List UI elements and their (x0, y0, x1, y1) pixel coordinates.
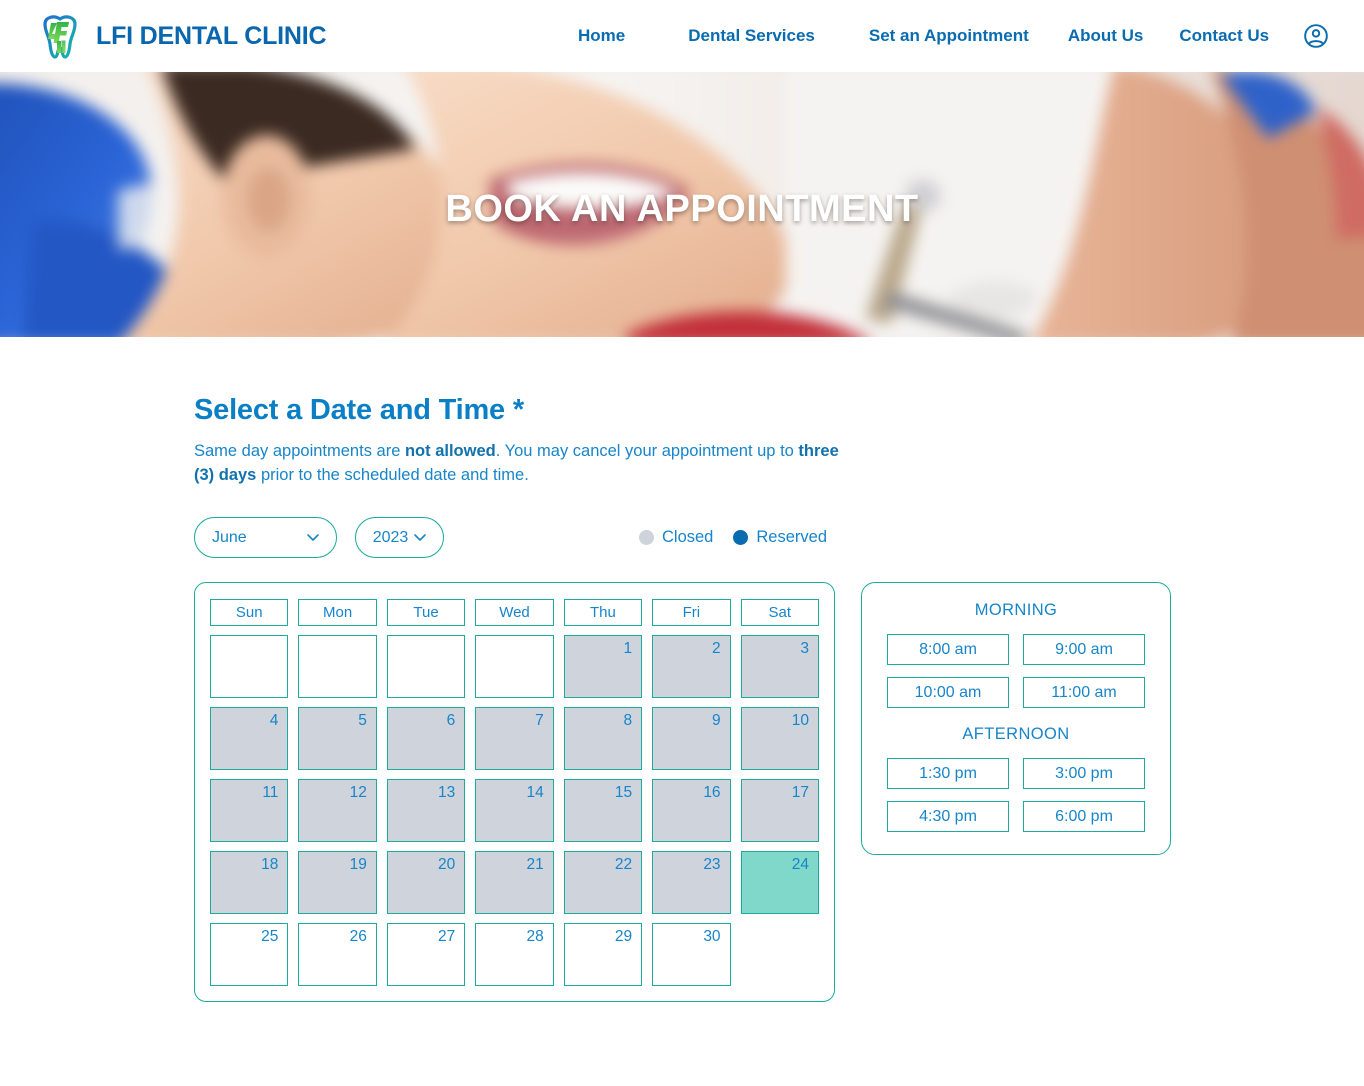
calendar-day-29[interactable]: 29 (563, 923, 643, 986)
main-navigation: Home Dental Services Set an Appointment … (578, 0, 1329, 72)
calendar-legend: Closed Reserved (639, 528, 827, 547)
legend-label-closed: Closed (662, 528, 714, 546)
morning-heading: MORNING (974, 601, 1058, 619)
calendar-day-19: 19 (298, 851, 377, 914)
calendar-day-20: 20 (386, 851, 466, 914)
hero-banner: BOOK AN APPOINTMENT (0, 72, 1364, 337)
afternoon-heading: AFTERNOON (962, 725, 1070, 743)
legend-item-reserved: Reserved (733, 528, 827, 547)
calendar-day-30[interactable]: 30 (652, 923, 731, 986)
note-text-3: prior to the scheduled date and time. (256, 466, 529, 484)
calendar-day-2: 2 (652, 635, 731, 698)
calendar-day-13: 13 (386, 779, 466, 842)
time-slot-10-00-am[interactable]: 10:00 am (887, 677, 1009, 708)
calendar-day-22: 22 (563, 851, 643, 914)
time-slot-3-00-pm[interactable]: 3:00 pm (1023, 758, 1145, 789)
calendar-day-5: 5 (298, 707, 377, 770)
calendar-day-empty (475, 635, 554, 698)
calendar-grid: Sun Mon Tue Wed Thu Fri Sat 1 2 3 4 5 6 7 8 9 10 11 12 13 14… (210, 599, 819, 986)
user-account-icon[interactable] (1303, 23, 1329, 49)
chevron-down-icon (307, 534, 319, 541)
calendar-dayname-thu: Thu (563, 599, 643, 626)
legend-label-reserved: Reserved (756, 528, 827, 546)
calendar-day-27[interactable]: 27 (386, 923, 466, 986)
calendar-dayname-sat: Sat (740, 599, 819, 626)
year-dropdown-value: 2023 (372, 528, 409, 546)
time-slots-card: MORNING 8:00 am 9:00 am 10:00 am 11:00 am A… (861, 582, 1171, 855)
nav-item-set-an-appointment[interactable]: Set an Appointment (869, 26, 1029, 46)
nav-item-contact-us[interactable]: Contact Us (1179, 26, 1269, 46)
calendar-day-9: 9 (652, 707, 731, 770)
calendar-dayname-fri: Fri (652, 599, 731, 626)
hero-title: BOOK AN APPOINTMENT (445, 188, 919, 230)
time-slot-9-00-am[interactable]: 9:00 am (1023, 634, 1145, 665)
calendar-day-empty (741, 923, 819, 986)
nav-item-about-us[interactable]: About Us (1068, 26, 1144, 46)
calendar-day-8: 8 (563, 707, 643, 770)
time-slot-8-00-am[interactable]: 8:00 am (887, 634, 1009, 665)
calendar-day-15: 15 (563, 779, 643, 842)
legend-dot-closed (639, 530, 654, 545)
calendar-day-21: 21 (475, 851, 554, 914)
calendar-day-10: 10 (740, 707, 819, 770)
calendar-day-16: 16 (652, 779, 731, 842)
calendar-day-25[interactable]: 25 (210, 923, 289, 986)
calendar-day-7: 7 (475, 707, 554, 770)
calendar-day-1: 1 (563, 635, 643, 698)
site-header: LFI DENTAL CLINIC Home Dental Services S… (0, 0, 1364, 72)
note-bold-not-allowed: not allowed (404, 442, 496, 460)
booking-panels: Sun Mon Tue Wed Thu Fri Sat 1 2 3 4 5 6 7 8 9 10 11 12 13 14… (194, 582, 1364, 1002)
calendar-day-18: 18 (210, 851, 289, 914)
booking-note: Same day appointments are not allowed. Y… (194, 439, 844, 487)
calendar-day-6: 6 (386, 707, 466, 770)
calendar-dayname-sun: Sun (210, 599, 289, 626)
calendar-card: Sun Mon Tue Wed Thu Fri Sat 1 2 3 4 5 6 7 8 9 10 11 12 13 14… (194, 582, 835, 1002)
month-dropdown[interactable]: June (194, 517, 337, 558)
calendar-dayname-wed: Wed (475, 599, 554, 626)
nav-item-home[interactable]: Home (578, 26, 625, 46)
calendar-day-28[interactable]: 28 (475, 923, 554, 986)
legend-dot-reserved (733, 530, 749, 545)
calendar-day-3: 3 (740, 635, 819, 698)
note-text-2: . You may cancel your appointment up to (495, 442, 799, 460)
time-slot-6-00-pm[interactable]: 6:00 pm (1023, 801, 1145, 832)
booking-section: Select a Date and Time * Same day appoin… (0, 394, 1364, 1002)
page-title: Select a Date and Time * (194, 394, 524, 426)
time-slot-4-30-pm[interactable]: 4:30 pm (887, 801, 1009, 832)
chevron-down-icon (414, 534, 427, 541)
legend-item-closed: Closed (639, 528, 713, 547)
note-text-1: Same day appointments are (194, 442, 405, 460)
calendar-day-empty (386, 635, 466, 698)
time-slot-1-30-pm[interactable]: 1:30 pm (887, 758, 1009, 789)
calendar-day-14: 14 (475, 779, 554, 842)
brand-logo[interactable]: LFI DENTAL CLINIC (36, 12, 327, 60)
calendar-day-empty (210, 635, 289, 698)
tooth-logo-icon (43, 15, 77, 59)
calendar-day-12: 12 (298, 779, 377, 842)
time-slot-11-00-am[interactable]: 11:00 am (1023, 677, 1145, 708)
calendar-day-26[interactable]: 26 (298, 923, 377, 986)
calendar-day-empty (298, 635, 377, 698)
calendar-day-23: 23 (652, 851, 731, 914)
calendar-dayname-tue: Tue (386, 599, 466, 626)
year-dropdown[interactable]: 2023 (355, 517, 444, 558)
calendar-dayname-mon: Mon (298, 599, 377, 626)
afternoon-slot-grid: 1:30 pm 3:00 pm 4:30 pm 6:00 pm (887, 758, 1145, 832)
calendar-day-11: 11 (210, 779, 289, 842)
month-dropdown-value: June (212, 528, 247, 546)
calendar-day-17: 17 (740, 779, 819, 842)
calendar-controls: June 2023 Closed Reserved (194, 517, 1364, 558)
calendar-day-4: 4 (210, 707, 289, 770)
brand-name: LFI DENTAL CLINIC (96, 21, 327, 50)
morning-slot-grid: 8:00 am 9:00 am 10:00 am 11:00 am (887, 634, 1145, 708)
calendar-day-24[interactable]: 24 (740, 851, 819, 914)
nav-item-dental-services[interactable]: Dental Services (688, 26, 815, 46)
